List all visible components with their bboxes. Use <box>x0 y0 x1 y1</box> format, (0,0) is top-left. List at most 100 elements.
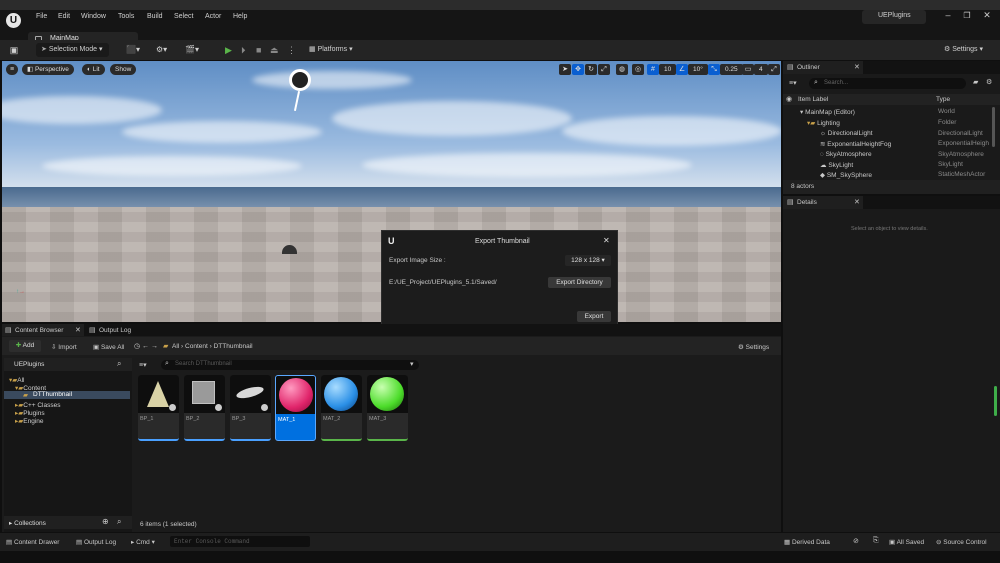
menu-actor[interactable]: Actor <box>205 11 221 23</box>
notifications-icon[interactable]: ⎘ <box>873 537 879 545</box>
tab-content-browser[interactable]: ▤ Content Browser ✕ <box>2 324 84 336</box>
cmd-dropdown[interactable]: ▸ Cmd ▾ <box>131 538 155 546</box>
asset-tile[interactable]: BP_3 <box>230 375 271 441</box>
stop-button[interactable]: ■ <box>256 43 266 57</box>
sources-search-icon[interactable]: ⌕ <box>117 359 121 369</box>
outliner-close-icon[interactable]: ✕ <box>854 63 860 71</box>
menu-edit[interactable]: Edit <box>58 11 70 23</box>
play-button[interactable]: ▶ <box>225 43 237 57</box>
asset-tile[interactable]: BP_2 <box>184 375 225 441</box>
save-icon[interactable]: ▣ <box>8 43 20 57</box>
menu-build[interactable]: Build <box>147 11 163 23</box>
maximize-button[interactable]: ❐ <box>961 11 973 25</box>
collections-header[interactable]: ▸ Collections ⊕ ⌕ <box>4 516 132 529</box>
all-saved-button[interactable]: ▣ All Saved <box>889 538 924 546</box>
scale-snap-value[interactable]: 0.25 <box>720 64 743 75</box>
crumb-content[interactable]: Content <box>185 343 208 350</box>
col-type[interactable]: Type <box>936 96 950 103</box>
menu-help[interactable]: Help <box>233 11 247 23</box>
camera-speed-value[interactable]: 4 <box>754 64 768 75</box>
unreal-logo-icon[interactable]: U <box>6 13 21 28</box>
cb-tab-close-icon[interactable]: ✕ <box>75 326 81 334</box>
viewport-menu-icon[interactable]: ≡ <box>6 64 18 75</box>
asset-search-input[interactable]: ⌕ Search DTThumbnail ▾ <box>161 360 419 370</box>
add-collection-icon[interactable]: ⊕ <box>102 517 109 526</box>
minimize-button[interactable]: – <box>942 10 954 24</box>
asset-tile[interactable]: MAT_2 <box>321 375 362 441</box>
outliner-row[interactable]: ◌ SkyAtmosphere <box>820 151 872 158</box>
source-control-button[interactable]: ⊖ Source Control <box>936 538 987 546</box>
cinematics-icon[interactable]: 🎬▾ <box>185 43 205 57</box>
scale-tool-icon[interactable]: ⤢ <box>598 64 610 75</box>
eject-button[interactable]: ⏏ <box>270 43 280 57</box>
camera-speed-icon[interactable]: ▭ <box>742 64 754 75</box>
select-tool-icon[interactable]: ➤ <box>559 64 571 75</box>
new-folder-icon[interactable]: ▰ <box>973 78 978 86</box>
selection-mode-dropdown[interactable]: ➤ Selection Mode ▾ <box>36 43 109 57</box>
asset-tile[interactable]: MAT_3 <box>367 375 408 441</box>
tab-output-log[interactable]: ▤ Output Log <box>88 324 148 336</box>
add-actor-icon[interactable]: ⬛▾ <box>126 43 146 57</box>
outliner-settings-icon[interactable]: ⚙ <box>986 78 992 86</box>
details-close-icon[interactable]: ✕ <box>854 198 860 206</box>
asset-filter-icon[interactable]: ≡▾ <box>139 361 147 369</box>
export-button[interactable]: Export <box>577 311 611 322</box>
sun-light-icon[interactable] <box>289 69 311 91</box>
content-drawer-button[interactable]: ▤ Content Drawer <box>6 538 59 546</box>
details-scrollbar[interactable] <box>994 386 997 416</box>
asset-tile[interactable]: BP_1 <box>138 375 179 441</box>
export-directory-button[interactable]: Export Directory <box>548 277 611 288</box>
tree-item-all[interactable]: ▾▰All <box>9 376 25 384</box>
menu-file[interactable]: File <box>36 11 47 23</box>
filter-icon[interactable]: ≡▾ <box>789 79 797 87</box>
platforms-dropdown[interactable]: ▦ Platforms ▾ <box>309 43 364 57</box>
perspective-button[interactable]: ◧ Perspective <box>22 64 74 75</box>
derived-data-button[interactable]: ▦ Derived Data <box>784 538 830 546</box>
asset-tile-selected[interactable]: MAT_1 <box>275 375 316 441</box>
col-item-label[interactable]: Item Label <box>798 96 828 103</box>
tree-item-cpp-classes[interactable]: ▸▰C++ Classes <box>15 401 60 409</box>
outliner-row[interactable]: ▾▰ Lighting <box>807 119 840 127</box>
crumb-dtthumbnail[interactable]: DTThumbnail <box>214 343 253 350</box>
console-input[interactable]: Enter Console Command <box>170 536 310 547</box>
rotation-snap-value[interactable]: 10° <box>688 64 708 75</box>
rotation-snap-icon[interactable]: ∠ <box>676 64 688 75</box>
output-log-button[interactable]: ▤ Output Log <box>76 538 116 546</box>
outliner-row[interactable]: ▾ MainMap (Editor) <box>800 108 855 116</box>
maximize-viewport-icon[interactable]: ⤢ <box>768 64 780 75</box>
play-options-icon[interactable]: ⋮ <box>287 43 296 57</box>
image-size-dropdown[interactable]: 128 x 128 ▾ <box>565 255 611 266</box>
blueprints-icon[interactable]: ⚙▾ <box>156 43 176 57</box>
grid-snap-icon[interactable]: # <box>647 64 659 75</box>
scale-snap-icon[interactable]: ⤡ <box>708 64 720 75</box>
tree-item-dtthumbnail[interactable]: ▰ DTThumbnail <box>4 391 130 399</box>
save-all-button[interactable]: ▣ Save All <box>93 343 124 351</box>
dialog-close-icon[interactable]: ✕ <box>603 236 610 245</box>
settings-button[interactable]: ⚙ Settings ▾ <box>944 43 994 57</box>
menu-tools[interactable]: Tools <box>118 11 134 23</box>
tree-item-engine[interactable]: ▸▰Engine <box>15 417 44 425</box>
step-button[interactable]: ⏵ <box>241 43 253 57</box>
lit-button[interactable]: ◐ Lit <box>82 64 105 75</box>
outliner-row[interactable]: ☁ SkyLight <box>820 161 853 169</box>
add-button[interactable]: ✚ Add <box>9 340 41 352</box>
show-button[interactable]: Show <box>110 64 137 75</box>
menu-window[interactable]: Window <box>81 11 106 23</box>
outliner-search-input[interactable]: ⌕ Search... <box>809 78 966 89</box>
grid-snap-value[interactable]: 10 <box>659 64 677 75</box>
trace-icon[interactable]: ⊘ <box>853 537 859 545</box>
import-button[interactable]: ⇩ Import <box>51 343 77 351</box>
tab-details[interactable]: ▤ Details ✕ <box>783 196 863 209</box>
collections-search-icon[interactable]: ⌕ <box>117 517 121 527</box>
translate-tool-icon[interactable]: ✥ <box>572 64 584 75</box>
world-space-icon[interactable]: ◍ <box>616 64 628 75</box>
rotate-tool-icon[interactable]: ↻ <box>585 64 597 75</box>
search-dropdown-icon[interactable]: ▾ <box>410 360 414 368</box>
outliner-row[interactable]: ◆ SM_SkySphere <box>820 171 872 179</box>
sphere-actor[interactable] <box>282 245 297 254</box>
history-icon[interactable]: ◷ ← → <box>134 342 158 350</box>
surface-snap-icon[interactable]: ◎ <box>632 64 644 75</box>
cb-settings-button[interactable]: ⚙ Settings <box>738 343 769 351</box>
menu-select[interactable]: Select <box>174 11 193 23</box>
close-window-button[interactable]: ✕ <box>981 10 993 24</box>
